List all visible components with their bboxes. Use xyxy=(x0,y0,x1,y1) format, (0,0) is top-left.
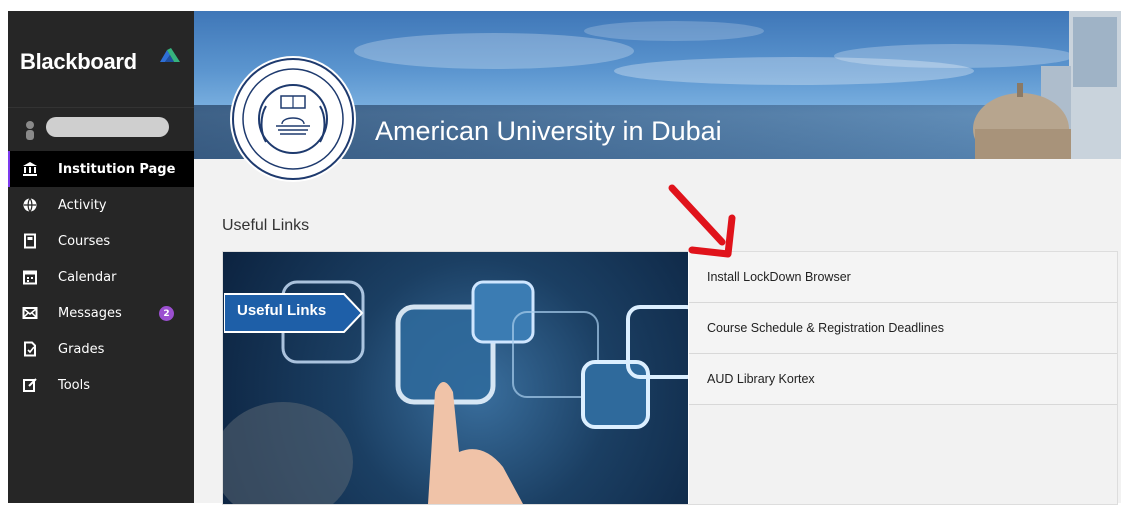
sidebar-item-label: Courses xyxy=(58,233,111,249)
calendar-icon xyxy=(22,269,38,285)
link-install-lockdown-browser[interactable]: Install LockDown Browser xyxy=(689,252,1117,303)
sidebar-item-label: Tools xyxy=(58,377,91,393)
useful-links-card: Useful Links Install LockDown Browser Co… xyxy=(222,251,1118,505)
useful-links-image: Useful Links xyxy=(223,252,688,504)
institution-title: American University in Dubai xyxy=(375,116,722,146)
sidebar-item-label: Institution Page xyxy=(58,161,176,177)
globe-icon xyxy=(22,197,38,213)
image-tiles-decoration xyxy=(223,280,688,504)
useful-links-list: Install LockDown Browser Course Schedule… xyxy=(689,252,1117,504)
useful-links-tag-label: Useful Links xyxy=(237,302,327,319)
institution-icon xyxy=(22,161,38,177)
sidebar-item-label: Activity xyxy=(58,197,107,213)
courses-icon xyxy=(22,233,38,249)
section-title: Useful Links xyxy=(222,217,310,234)
sidebar-item-institution-page[interactable]: Institution Page xyxy=(8,151,194,187)
sidebar-item-activity[interactable]: Activity xyxy=(8,187,194,223)
sidebar-item-grades[interactable]: Grades xyxy=(8,331,194,367)
envelope-icon xyxy=(22,305,38,321)
user-name-redacted xyxy=(46,117,169,137)
sidebar-item-courses[interactable]: Courses xyxy=(8,223,194,259)
profile[interactable] xyxy=(8,107,194,151)
university-seal-logo xyxy=(230,56,356,182)
tools-icon xyxy=(22,377,38,393)
sidebar-item-tools[interactable]: Tools xyxy=(8,367,194,403)
messages-count-badge: 2 xyxy=(159,306,174,321)
link-aud-library-kortex[interactable]: AUD Library Kortex xyxy=(689,354,1117,405)
blackboard-logo-mark-icon xyxy=(160,48,180,62)
user-icon xyxy=(26,121,34,140)
sidebar-item-label: Grades xyxy=(58,341,105,357)
grades-icon xyxy=(22,341,38,357)
sidebar: Blackboard Institution Page Activity Cou… xyxy=(8,11,194,503)
blackboard-logo[interactable]: Blackboard xyxy=(20,49,137,75)
sidebar-item-label: Calendar xyxy=(58,269,117,285)
sidebar-nav: Institution Page Activity Courses Calend… xyxy=(8,151,194,403)
sidebar-item-messages[interactable]: Messages 2 xyxy=(8,295,194,331)
link-course-schedule[interactable]: Course Schedule & Registration Deadlines xyxy=(689,303,1117,354)
red-annotation-arrow-icon xyxy=(668,184,736,258)
sidebar-item-calendar[interactable]: Calendar xyxy=(8,259,194,295)
banner-skyline xyxy=(973,11,1121,159)
sidebar-item-label: Messages xyxy=(58,305,122,321)
